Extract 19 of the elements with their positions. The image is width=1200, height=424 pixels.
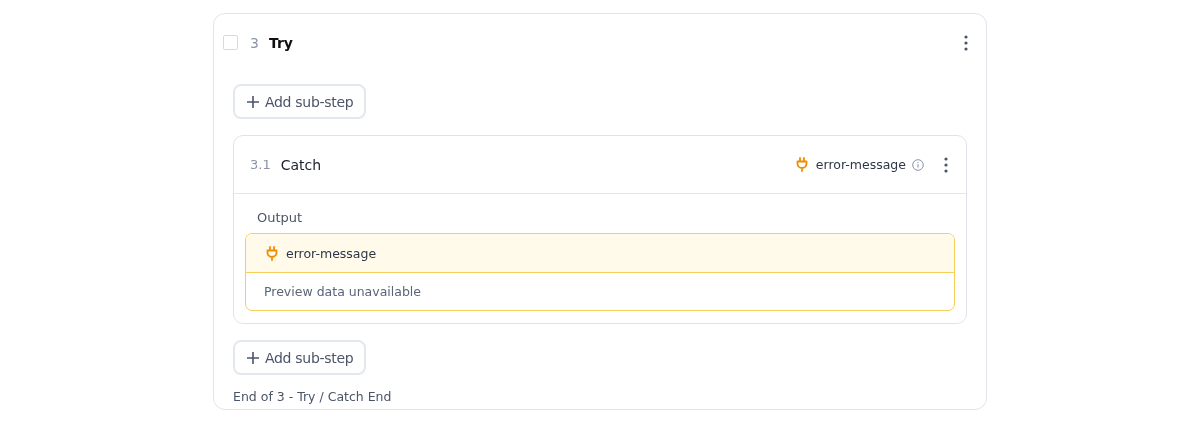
more-options-icon[interactable] [944, 156, 948, 173]
variable-name: error-message [815, 157, 906, 172]
checkbox[interactable] [223, 35, 238, 50]
plug-icon [795, 157, 808, 172]
more-options-icon[interactable] [964, 34, 968, 51]
step-title: Try [268, 34, 293, 51]
plus-icon [247, 351, 259, 364]
output-variable-name: error-message [286, 245, 377, 261]
step-number: 3 [250, 34, 259, 51]
sub-step-number: 3.1 [250, 157, 271, 172]
info-icon[interactable] [912, 158, 924, 171]
plug-icon [266, 245, 278, 261]
preview-message: Preview data unavailable [264, 284, 422, 299]
plus-icon [247, 95, 259, 108]
output-label: Output [257, 210, 304, 225]
add-sub-step-button[interactable]: Add sub-step [233, 84, 367, 119]
end-of-block-text: End of 3 - Try / Catch End [233, 389, 393, 404]
sub-step-title: Catch [280, 156, 322, 173]
add-sub-step-button[interactable]: Add sub-step [233, 340, 367, 375]
